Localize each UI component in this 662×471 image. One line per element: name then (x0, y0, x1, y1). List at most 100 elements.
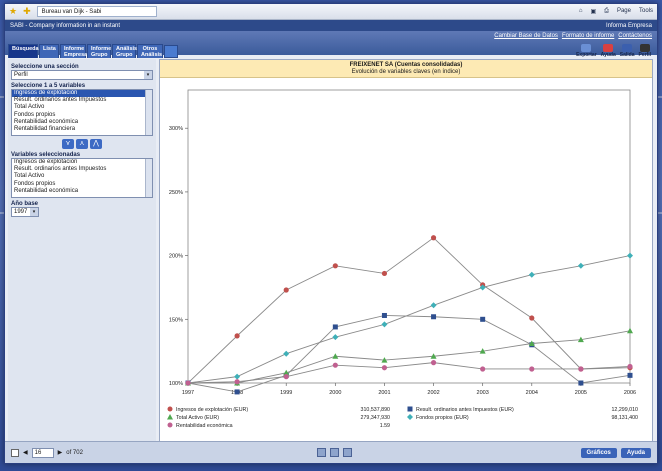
data-point[interactable] (234, 379, 240, 385)
data-point[interactable] (528, 271, 535, 278)
tab-otros-analisis[interactable]: Otros Análisis (137, 44, 163, 58)
page-input[interactable]: 16 (31, 447, 54, 458)
list-item[interactable]: Rentabilidad económica (12, 119, 152, 126)
list-item[interactable]: Total Activo (12, 104, 152, 111)
legend-value: 310,537,890 (361, 407, 391, 413)
tab-lista[interactable]: Lista (39, 44, 59, 58)
tab-extra-icon[interactable] (164, 45, 178, 58)
data-point[interactable] (529, 366, 535, 372)
data-point[interactable] (578, 366, 584, 372)
list-item[interactable]: Rentabilidad económica (12, 188, 152, 195)
variables-scrollbar[interactable] (145, 90, 152, 135)
table-icon[interactable] (329, 448, 339, 457)
data-point[interactable] (283, 350, 290, 357)
data-point[interactable] (577, 262, 584, 269)
export-button[interactable]: Exportar (576, 44, 597, 58)
data-point[interactable] (627, 327, 633, 334)
data-point[interactable] (480, 316, 486, 322)
data-point[interactable] (283, 374, 289, 380)
legend-marker (167, 414, 173, 420)
data-point[interactable] (381, 365, 388, 371)
page-menu[interactable]: Page (617, 8, 631, 15)
link-contact[interactable]: Contáctenos (618, 33, 652, 39)
data-point[interactable] (381, 312, 387, 318)
data-point[interactable] (627, 372, 633, 378)
list-item[interactable]: Ingresos de explotación (12, 90, 152, 98)
browser-tab[interactable]: Bureau van Dijk - Sabi (36, 6, 157, 17)
data-point[interactable] (430, 302, 437, 309)
list-item[interactable]: Result. ordinarios antes Impuestos (12, 166, 152, 173)
list-item[interactable]: Fondos propios (12, 112, 152, 119)
legend-label: Total Activo (EUR) (176, 415, 219, 421)
data-point[interactable] (627, 363, 633, 370)
tab-analisis-grupo[interactable]: Análisis Grupo (112, 44, 137, 58)
selected-variables-list[interactable]: Ingresos de explotación Result. ordinari… (11, 158, 153, 198)
y-tick-label: 150% (169, 317, 183, 323)
list-item[interactable]: Ingresos de explotación (12, 159, 152, 166)
data-point[interactable] (332, 334, 339, 341)
header-links: Cambiar Base de Datos Formato de informe… (494, 33, 652, 39)
tools-menu[interactable]: Tools (639, 8, 653, 15)
data-point[interactable] (234, 389, 240, 395)
list-item[interactable]: Result. ordinarios antes Impuestos (12, 97, 152, 104)
list-item[interactable]: Fondos propios (12, 181, 152, 188)
data-point[interactable] (627, 252, 633, 259)
ayuda-button[interactable]: Ayuda (620, 447, 651, 458)
link-report-format[interactable]: Formato de informe (562, 33, 614, 39)
move-down-button[interactable]: ⋎ (62, 139, 74, 149)
print-icon[interactable]: ⎙ (604, 8, 609, 15)
exit-button[interactable]: Salida (620, 44, 634, 58)
bottom-bar: ◀ 16 ▶ of 702 Gráficos Ayuda (5, 441, 657, 463)
legend-label: Rentabilidad económica (176, 423, 233, 429)
favorites-star-icon[interactable]: ★ (9, 6, 17, 17)
link-change-database[interactable]: Cambiar Base de Datos (494, 33, 558, 39)
variables-list[interactable]: Ingresos de explotación Result. ordinari… (11, 89, 153, 136)
series-line (188, 330, 631, 384)
data-point[interactable] (332, 362, 338, 368)
data-point[interactable] (529, 315, 535, 321)
chart-subtitle: Evolución de variables claves (en índice… (351, 69, 461, 75)
data-point[interactable] (234, 373, 241, 380)
series-line (187, 362, 631, 384)
select-checkbox[interactable] (11, 448, 19, 457)
next-page-icon[interactable]: ▶ (58, 449, 63, 456)
tab-informe-grupo[interactable]: Informe Grupo (87, 44, 111, 58)
selected-scrollbar[interactable] (145, 159, 152, 197)
graficos-button[interactable]: Gráficos (580, 447, 617, 458)
help-button[interactable]: Ayuda (601, 44, 616, 58)
app-header: SABI - Company information in an instant… (5, 20, 657, 31)
data-point[interactable] (332, 324, 338, 330)
profile-icon (639, 44, 650, 52)
data-point[interactable] (480, 366, 486, 372)
report-icon[interactable] (316, 448, 326, 457)
profile-button[interactable]: Perfil (638, 44, 651, 58)
data-point[interactable] (234, 333, 240, 339)
data-point[interactable] (381, 270, 388, 277)
y-tick-label: 300% (169, 126, 183, 132)
data-point[interactable] (430, 360, 437, 366)
data-point[interactable] (185, 380, 191, 386)
legend-label: Ingresos de explotación (EUR) (176, 407, 248, 413)
data-point[interactable] (578, 380, 584, 386)
left-panel: Seleccione una sección Perfil ▾ Seleccio… (8, 59, 156, 442)
data-point[interactable] (283, 287, 289, 293)
list-item[interactable]: Rentabilidad financiera (12, 126, 152, 133)
tab-informe-empresa[interactable]: Informe Empresa (60, 44, 87, 58)
tab-busqueda[interactable]: Búsqueda (8, 44, 39, 58)
list-item[interactable]: Total Activo (12, 173, 152, 180)
base-year-select[interactable]: 1997 ▾ (11, 207, 39, 217)
section-select[interactable]: Perfil ▾ (11, 70, 153, 80)
add-favorites-icon[interactable]: ✚ (23, 6, 31, 17)
data-point[interactable] (431, 314, 437, 320)
feeds-icon[interactable]: ▣ (590, 8, 596, 15)
print-report-icon[interactable] (342, 448, 352, 457)
home-icon[interactable]: ⌂ (579, 8, 583, 15)
data-point[interactable] (332, 263, 338, 269)
data-point[interactable] (381, 321, 388, 328)
move-top-button[interactable]: ⋀ (90, 139, 102, 149)
series-line (187, 237, 631, 384)
export-icon (581, 44, 592, 52)
move-up-button[interactable]: ⋏ (76, 139, 88, 149)
prev-page-icon[interactable]: ◀ (23, 449, 28, 456)
data-point[interactable] (430, 235, 437, 241)
